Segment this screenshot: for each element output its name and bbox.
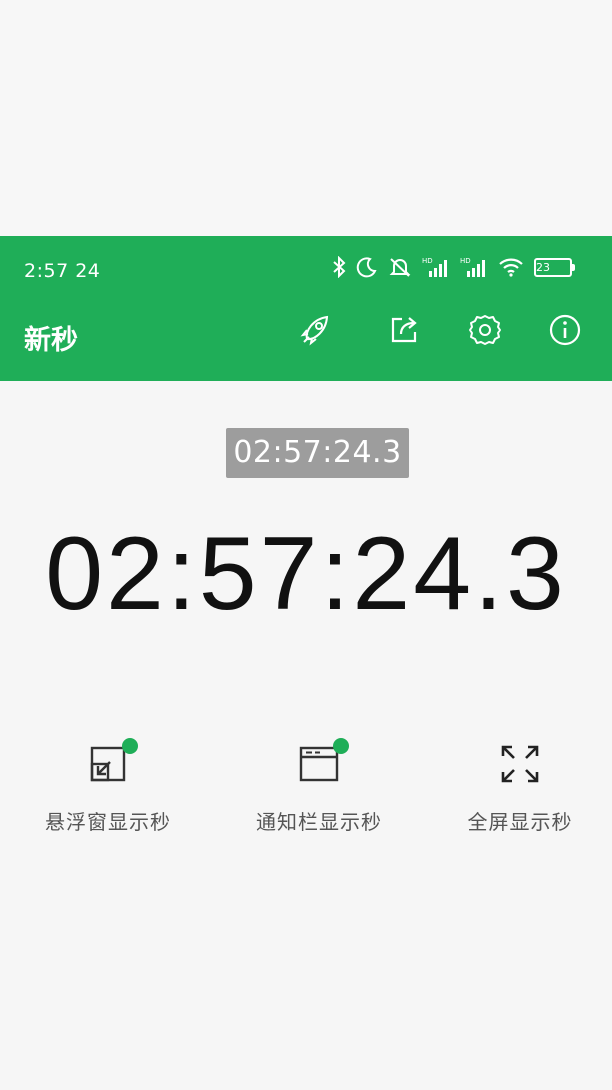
status-time: 2:57 24 — [24, 260, 101, 282]
rocket-icon — [300, 315, 329, 346]
bluetooth-icon — [332, 256, 346, 278]
settings-button[interactable] — [467, 312, 503, 348]
svg-text:HD: HD — [422, 257, 433, 265]
mode-label: 通知栏显示秒 — [256, 810, 382, 834]
app-bar: 新秒 — [0, 294, 612, 381]
info-button[interactable] — [547, 312, 583, 348]
fullscreen-icon — [498, 742, 542, 786]
hd-signal-icon: HD — [422, 256, 450, 278]
status-bar: 2:57 24 HD HD 23 — [0, 236, 612, 294]
battery-icon: 23 — [534, 257, 575, 277]
wifi-icon — [498, 256, 524, 278]
info-icon — [549, 314, 581, 346]
blank-top-area — [0, 0, 612, 236]
mini-clock-preview: 02:57:24.3 — [226, 428, 409, 478]
mode-label: 全屏显示秒 — [467, 810, 573, 834]
active-dot — [122, 738, 138, 754]
status-icons: HD HD 23 — [332, 254, 575, 280]
hd-signal-icon: HD — [460, 256, 488, 278]
rocket-button[interactable] — [298, 312, 334, 348]
gear-icon — [469, 315, 501, 345]
floating-window-icon — [86, 738, 138, 786]
share-icon — [391, 317, 417, 343]
share-button[interactable] — [386, 312, 422, 348]
app-title: 新秒 — [24, 325, 78, 356]
notification-bar-mode-button[interactable]: 通知栏显示秒 — [229, 738, 409, 835]
active-dot — [333, 738, 349, 754]
main-clock: 02:57:24.3 — [45, 516, 567, 632]
fullscreen-mode-button[interactable]: 全屏显示秒 — [430, 742, 610, 835]
mute-alarm-icon — [388, 256, 412, 278]
floating-window-mode-button[interactable]: 悬浮窗显示秒 — [18, 738, 198, 835]
mode-label: 悬浮窗显示秒 — [45, 810, 171, 834]
svg-text:HD: HD — [460, 257, 471, 265]
notification-bar-icon — [297, 738, 349, 786]
moon-icon — [356, 256, 378, 278]
